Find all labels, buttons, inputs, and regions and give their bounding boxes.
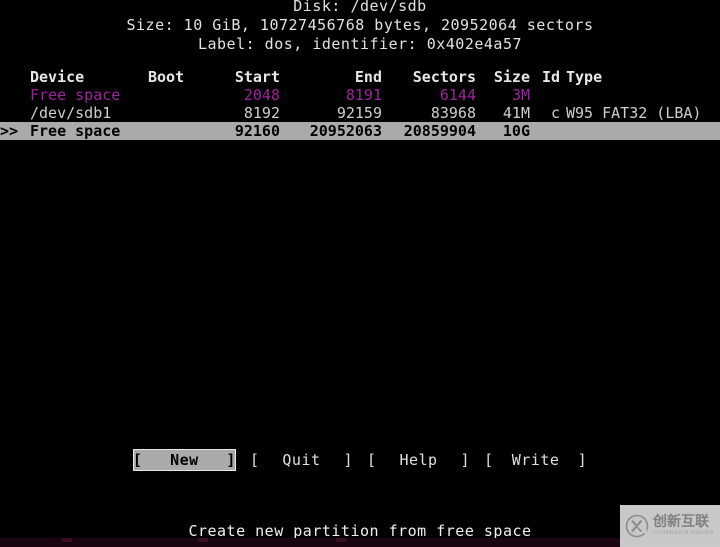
bracket-right: ] [343, 451, 353, 469]
bracket-right: ] [226, 451, 236, 469]
row-end: 8191 [345, 86, 382, 104]
band-tick [198, 538, 208, 542]
row-end: 92159 [336, 104, 382, 122]
row-id: c [550, 104, 560, 122]
row-start: 8192 [243, 104, 280, 122]
row-device: Free space [30, 86, 121, 104]
write-button-label: Write [511, 451, 560, 469]
table-row[interactable]: /dev/sdb1 8192 92159 83968 41M c W95 FAT… [0, 104, 720, 122]
new-button-label: New [170, 451, 199, 469]
write-button[interactable]: [ Write] [484, 449, 587, 471]
disk-label-line: Label: dos, identifier: 0x402e4a57 [197, 35, 523, 53]
band-tick [62, 538, 72, 542]
row-sectors: 6144 [439, 86, 476, 104]
row-device: /dev/sdb1 [30, 104, 112, 122]
bracket-left: [ [249, 451, 260, 469]
watermark-text: 创新互联 CHUANGXIN HULIAN [653, 515, 714, 537]
row-type: W95 FAT32 (LBA) [566, 104, 702, 122]
column-header-device: Device [30, 68, 85, 86]
column-header-sectors: Sectors [412, 68, 476, 86]
terminal-screen: Disk: /dev/sdb Size: 10 GiB, 10727456768… [0, 0, 720, 547]
bracket-right: ] [577, 451, 588, 469]
action-button-bar: [ New] [ Quit] [ Help] [ Write] [0, 448, 720, 472]
column-header-id: Id [541, 68, 560, 86]
quit-button[interactable]: [ Quit] [250, 449, 353, 471]
new-button[interactable]: [ New] [132, 449, 236, 471]
disk-path-line: Disk: /dev/sdb [293, 0, 427, 15]
row-end: 20952063 [309, 122, 382, 140]
partition-table: Device Boot Start End Sectors Size Id Ty… [0, 68, 720, 140]
bracket-left: [ [367, 451, 377, 469]
row-start: 92160 [234, 122, 280, 140]
bottom-band [0, 538, 720, 547]
column-header-size: Size [493, 68, 530, 86]
row-size: 3M [511, 86, 530, 104]
row-size: 10G [502, 122, 530, 140]
table-row[interactable]: Free space 2048 8191 6144 3M [0, 86, 720, 104]
watermark-cn-text: 创新互联 [653, 514, 709, 530]
bracket-left: [ [132, 451, 143, 469]
disk-info-header: Disk: /dev/sdb Size: 10 GiB, 10727456768… [0, 0, 720, 54]
bracket-left: [ [484, 451, 494, 469]
help-button[interactable]: [ Help] [367, 449, 470, 471]
column-header-end: End [354, 68, 382, 86]
row-size: 41M [502, 104, 530, 122]
watermark-logo-icon [625, 514, 649, 538]
row-start: 2048 [243, 86, 280, 104]
table-row-selected[interactable]: >> Free space 92160 20952063 20859904 10… [0, 122, 720, 140]
row-device: Free space [30, 122, 121, 140]
watermark: 创新互联 CHUANGXIN HULIAN [620, 505, 720, 547]
row-sectors: 83968 [430, 104, 476, 122]
column-header-start: Start [234, 68, 280, 86]
disk-size-line: Size: 10 GiB, 10727456768 bytes, 2095206… [126, 16, 594, 34]
watermark-en-text: CHUANGXIN HULIAN [653, 530, 714, 536]
table-header-row: Device Boot Start End Sectors Size Id Ty… [0, 68, 720, 86]
column-header-type: Type [566, 68, 603, 86]
quit-button-label: Quit [282, 451, 321, 469]
column-header-boot: Boot [148, 68, 185, 86]
bracket-right: ] [460, 451, 471, 469]
help-button-label: Help [399, 451, 438, 469]
band-tick [336, 538, 346, 542]
row-sectors: 20859904 [403, 122, 476, 140]
row-selection-marker: >> [0, 122, 19, 140]
